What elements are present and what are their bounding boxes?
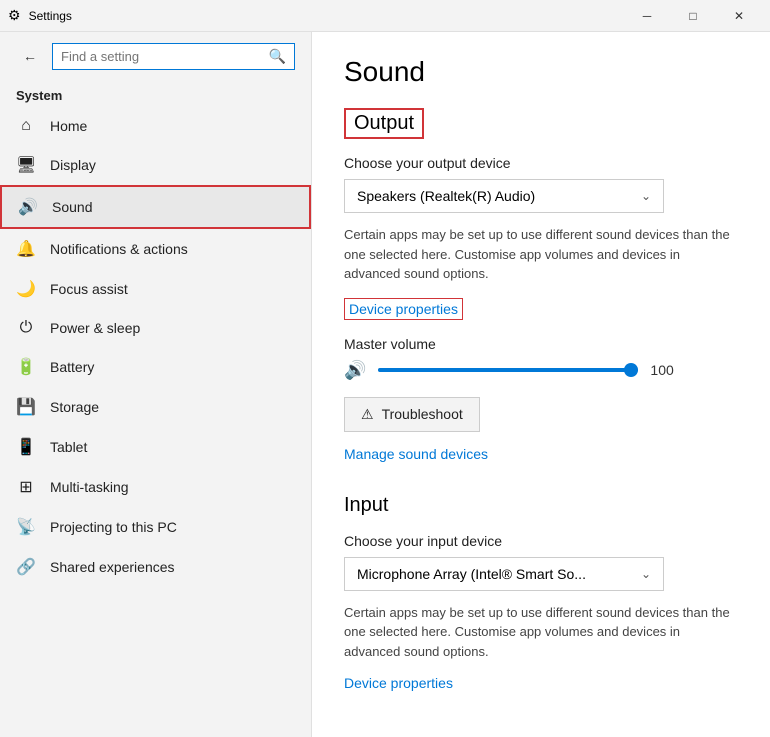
back-button[interactable]: ← (16, 42, 44, 70)
sidebar-item-projecting[interactable]: 📡 Projecting to this PC (0, 507, 311, 547)
sidebar-item-projecting-label: Projecting to this PC (50, 519, 177, 535)
device-properties-link[interactable]: Device properties (344, 298, 463, 320)
sidebar-item-sound[interactable]: 🔊 Sound (0, 185, 311, 229)
sidebar-item-power[interactable]: ⏻ Power & sleep (0, 309, 311, 347)
close-button[interactable]: ✕ (716, 0, 762, 32)
sidebar-item-focus[interactable]: 🌙 Focus assist (0, 269, 311, 309)
volume-slider-fill (378, 368, 638, 372)
sidebar-item-focus-label: Focus assist (50, 281, 128, 297)
troubleshoot-label: Troubleshoot (382, 406, 463, 422)
sidebar-item-notifications[interactable]: 🔔 Notifications & actions (0, 229, 311, 269)
minimize-button[interactable]: ─ (624, 0, 670, 32)
display-icon: 🖥 (16, 155, 36, 175)
warning-icon: ⚠ (361, 406, 374, 423)
sidebar-section-label: System (0, 80, 311, 107)
sidebar-item-tablet-label: Tablet (50, 439, 87, 455)
page-title: Sound (344, 56, 738, 88)
manage-sound-devices-link[interactable]: Manage sound devices (344, 446, 488, 462)
storage-icon: 💾 (16, 397, 36, 417)
search-icon-button[interactable]: 🔍 (261, 44, 294, 69)
input-dropdown-chevron: ⌄ (641, 567, 651, 581)
sidebar-item-sound-label: Sound (52, 199, 92, 215)
output-section-header: Output (344, 108, 424, 139)
sidebar-item-battery-label: Battery (50, 359, 94, 375)
app-body: ← 🔍 System ⌂ Home 🖥 Display 🔊 Sound 🔔 No… (0, 32, 770, 737)
focus-icon: 🌙 (16, 279, 36, 299)
search-input[interactable] (53, 45, 261, 68)
search-box[interactable]: 🔍 (52, 43, 295, 70)
output-dropdown-chevron: ⌄ (641, 189, 651, 203)
output-device-label: Choose your output device (344, 155, 738, 171)
output-info-text: Certain apps may be set up to use differ… (344, 225, 738, 284)
output-section-title: Output (354, 112, 414, 134)
input-device-value: Microphone Array (Intel® Smart So... (357, 566, 586, 582)
sidebar-item-power-label: Power & sleep (50, 320, 140, 336)
sidebar-item-display[interactable]: 🖥 Display (0, 145, 311, 185)
window-controls: ─ □ ✕ (624, 0, 762, 32)
tablet-icon: 📱 (16, 437, 36, 457)
volume-icon: 🔊 (344, 360, 366, 381)
home-icon: ⌂ (16, 117, 36, 135)
volume-value: 100 (650, 362, 680, 378)
volume-section: Master volume 🔊 100 (344, 336, 738, 381)
power-icon: ⏻ (16, 319, 36, 337)
projecting-icon: 📡 (16, 517, 36, 537)
volume-slider-thumb (624, 363, 638, 377)
troubleshoot-button[interactable]: ⚠ Troubleshoot (344, 397, 480, 432)
sidebar-item-multitasking-label: Multi-tasking (50, 479, 129, 495)
sidebar: ← 🔍 System ⌂ Home 🖥 Display 🔊 Sound 🔔 No… (0, 32, 312, 737)
title-bar-left: ⚙ Settings (8, 7, 72, 24)
input-section-title: Input (344, 494, 738, 517)
divider (344, 478, 738, 494)
sidebar-item-storage[interactable]: 💾 Storage (0, 387, 311, 427)
sidebar-item-home-label: Home (50, 118, 87, 134)
sidebar-item-battery[interactable]: 🔋 Battery (0, 347, 311, 387)
input-info-text: Certain apps may be set up to use differ… (344, 603, 738, 662)
title-bar: ⚙ Settings ─ □ ✕ (0, 0, 770, 32)
content-area: Sound Output Choose your output device S… (312, 32, 770, 737)
settings-icon: ⚙ (8, 7, 21, 24)
sidebar-item-notifications-label: Notifications & actions (50, 241, 188, 257)
sidebar-item-shared-label: Shared experiences (50, 559, 175, 575)
volume-slider[interactable] (378, 368, 638, 372)
sidebar-item-storage-label: Storage (50, 399, 99, 415)
input-device-properties-link[interactable]: Device properties (344, 675, 453, 691)
output-device-value: Speakers (Realtek(R) Audio) (357, 188, 535, 204)
input-device-dropdown[interactable]: Microphone Array (Intel® Smart So... ⌄ (344, 557, 664, 591)
output-device-dropdown[interactable]: Speakers (Realtek(R) Audio) ⌄ (344, 179, 664, 213)
battery-icon: 🔋 (16, 357, 36, 377)
volume-label: Master volume (344, 336, 738, 352)
volume-row: 🔊 100 (344, 360, 738, 381)
shared-icon: 🔗 (16, 557, 36, 577)
sidebar-item-tablet[interactable]: 📱 Tablet (0, 427, 311, 467)
sidebar-item-multitasking[interactable]: ⊞ Multi-tasking (0, 467, 311, 507)
sidebar-item-home[interactable]: ⌂ Home (0, 107, 311, 145)
notifications-icon: 🔔 (16, 239, 36, 259)
multitasking-icon: ⊞ (16, 477, 36, 497)
title-bar-title: Settings (29, 9, 72, 23)
sound-icon: 🔊 (18, 197, 38, 217)
sidebar-item-shared[interactable]: 🔗 Shared experiences (0, 547, 311, 587)
sidebar-nav-top: ← 🔍 (0, 32, 311, 80)
input-device-label: Choose your input device (344, 533, 738, 549)
maximize-button[interactable]: □ (670, 0, 716, 32)
sidebar-item-display-label: Display (50, 157, 96, 173)
